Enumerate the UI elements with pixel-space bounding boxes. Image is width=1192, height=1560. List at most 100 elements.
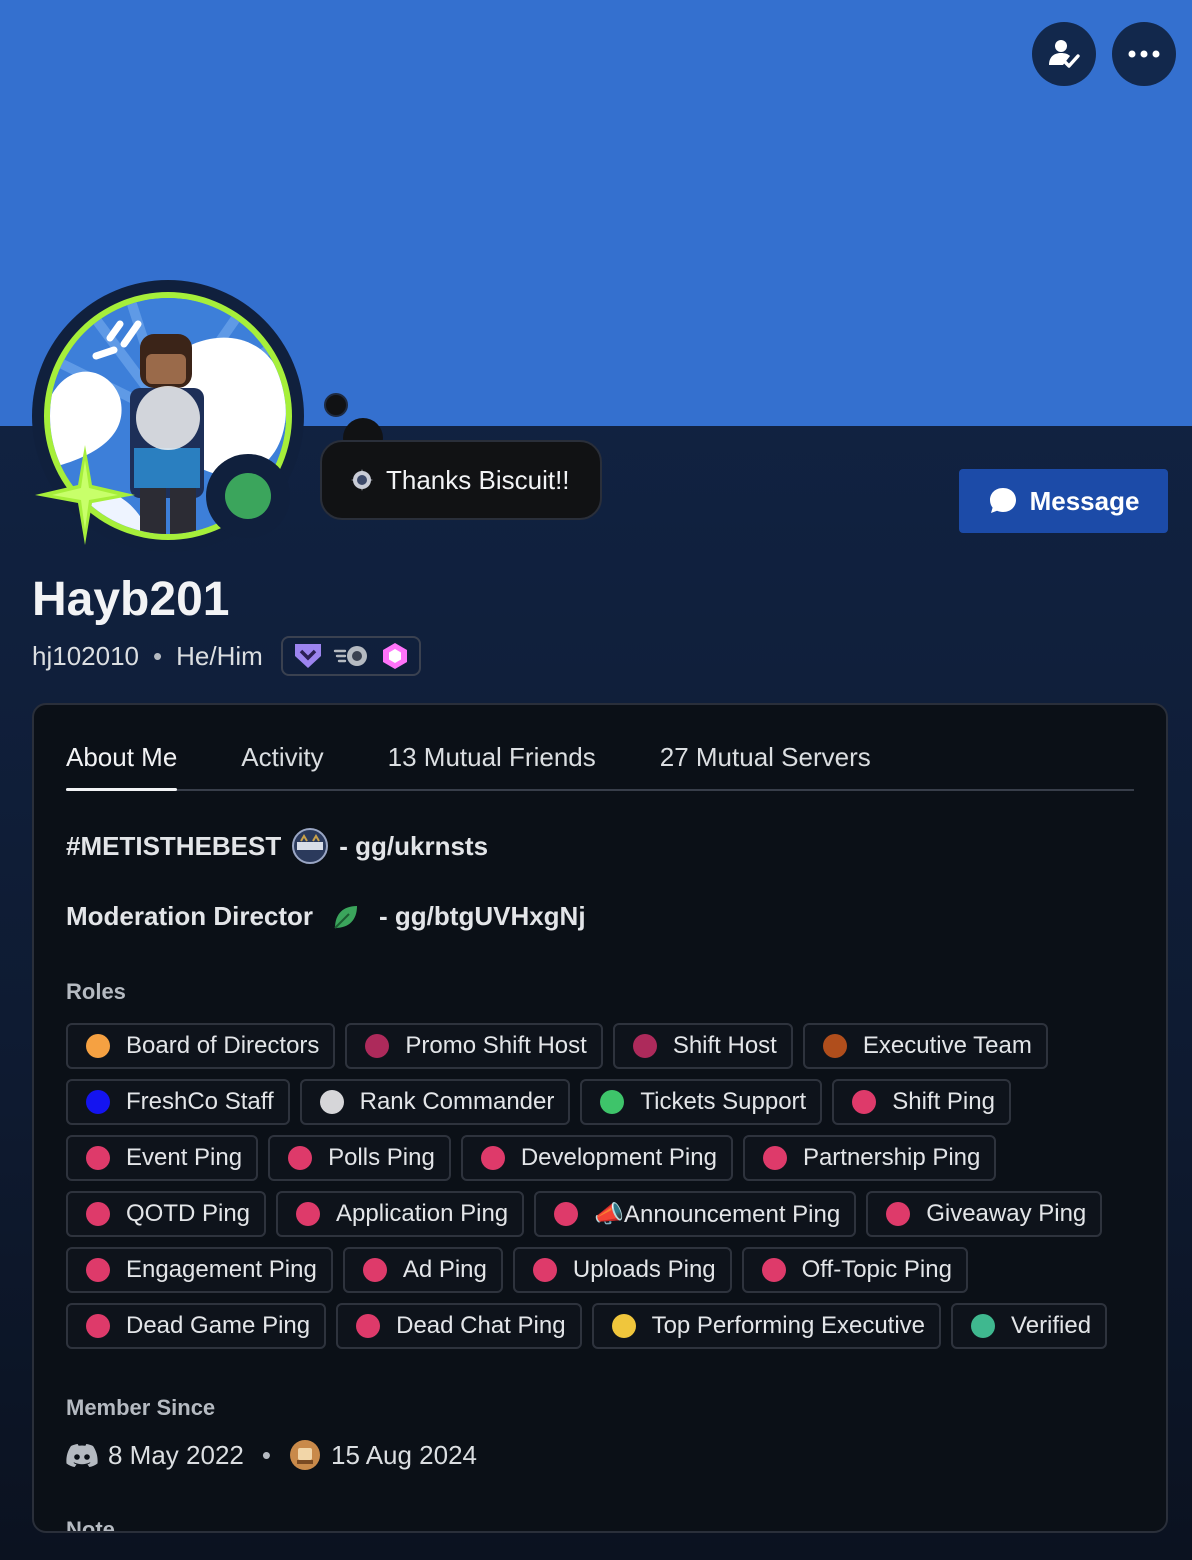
role-name: Verified bbox=[1011, 1312, 1092, 1339]
role-pill[interactable]: FreshCo Staff bbox=[66, 1079, 290, 1125]
server-join-date: 15 Aug 2024 bbox=[330, 1439, 478, 1470]
role-color-dot bbox=[762, 1146, 787, 1170]
role-pill[interactable]: Promo Shift Host bbox=[345, 1023, 603, 1069]
role-color-dot bbox=[319, 1090, 344, 1114]
badge-list bbox=[280, 636, 421, 676]
status-indicator bbox=[206, 454, 290, 538]
role-pill[interactable]: Polls Ping bbox=[268, 1135, 451, 1181]
role-name: Giveaway Ping bbox=[926, 1200, 1087, 1227]
role-name: QOTD Ping bbox=[126, 1200, 251, 1227]
role-name: Dead Game Ping bbox=[126, 1312, 311, 1339]
nitro-boost-icon[interactable] bbox=[381, 642, 409, 670]
role-row: FreshCo Staff Rank Commander Tickets Sup… bbox=[66, 1079, 1136, 1125]
custom-status-text: Thanks Biscuit!! bbox=[386, 464, 570, 495]
role-pill[interactable]: Verified bbox=[951, 1303, 1108, 1349]
role-pill[interactable]: Uploads Ping bbox=[512, 1247, 732, 1293]
hypesquad-icon[interactable] bbox=[293, 642, 323, 670]
role-row: Event Ping Polls Ping Development Ping P… bbox=[66, 1135, 1136, 1181]
role-pill[interactable]: 📣Announcement Ping bbox=[534, 1191, 857, 1237]
role-color-dot bbox=[600, 1090, 625, 1114]
role-name: Rank Commander bbox=[359, 1088, 555, 1115]
role-pill[interactable]: QOTD Ping bbox=[66, 1191, 267, 1237]
bio-invite-link-1[interactable]: - gg/ukrnsts bbox=[339, 831, 488, 862]
discord-join-date: 8 May 2022 bbox=[108, 1439, 244, 1470]
role-name: Shift Ping bbox=[892, 1088, 995, 1115]
role-pill[interactable]: Dead Game Ping bbox=[66, 1303, 327, 1349]
tab-mutual-servers[interactable]: 27 Mutual Servers bbox=[660, 739, 871, 789]
member-since-heading: Member Since bbox=[66, 1395, 216, 1420]
role-name: Off-Topic Ping bbox=[801, 1256, 952, 1283]
role-name: Development Ping bbox=[520, 1144, 717, 1171]
role-pill[interactable]: Top Performing Executive bbox=[591, 1303, 942, 1349]
role-color-dot bbox=[852, 1090, 877, 1114]
role-name: Engagement Ping bbox=[126, 1256, 317, 1283]
member-since-row: 8 May 2022 • 15 Aug 2024 bbox=[66, 1439, 477, 1471]
role-name: Executive Team bbox=[862, 1032, 1032, 1059]
server-emblem-icon bbox=[292, 828, 329, 864]
role-pill[interactable]: Development Ping bbox=[460, 1135, 733, 1181]
role-pill[interactable]: Partnership Ping bbox=[742, 1135, 997, 1181]
role-color-dot bbox=[362, 1258, 387, 1282]
role-pill[interactable]: Board of Directors bbox=[66, 1023, 336, 1069]
role-pill[interactable]: Shift Host bbox=[612, 1023, 793, 1069]
role-pill[interactable]: Rank Commander bbox=[299, 1079, 571, 1125]
role-color-dot bbox=[632, 1034, 657, 1058]
role-color-dot bbox=[761, 1258, 786, 1282]
custom-status-bubble: Thanks Biscuit!! bbox=[320, 440, 602, 520]
user-identity-line: hj102010 • He/Him bbox=[32, 636, 421, 676]
role-pill[interactable]: Executive Team bbox=[802, 1023, 1048, 1069]
role-pill[interactable]: Dead Chat Ping bbox=[336, 1303, 582, 1349]
bio-role-text: Moderation Director bbox=[66, 901, 314, 931]
role-pill[interactable]: Shift Ping bbox=[832, 1079, 1011, 1125]
role-pill[interactable]: Giveaway Ping bbox=[866, 1191, 1103, 1237]
badge-emoji-icon bbox=[351, 469, 373, 491]
discord-logo-icon bbox=[66, 1444, 98, 1467]
role-name: Promo Shift Host bbox=[405, 1032, 587, 1059]
role-color-dot bbox=[296, 1202, 321, 1226]
role-name: Top Performing Executive bbox=[651, 1312, 926, 1339]
role-name: Partnership Ping bbox=[802, 1144, 981, 1171]
separator-dot: • bbox=[261, 1439, 271, 1470]
pronouns: He/Him bbox=[176, 640, 263, 671]
message-button[interactable]: Message bbox=[959, 469, 1168, 533]
tab-activity[interactable]: Activity bbox=[241, 739, 323, 789]
role-color-dot bbox=[554, 1202, 579, 1226]
role-pill[interactable]: Event Ping bbox=[66, 1135, 259, 1181]
username[interactable]: hj102010 bbox=[32, 641, 139, 672]
role-color-dot bbox=[86, 1146, 110, 1170]
role-pill[interactable]: Engagement Ping bbox=[66, 1247, 333, 1293]
add-friend-button[interactable] bbox=[1032, 22, 1096, 86]
role-row: QOTD Ping Application Ping 📣Announcement… bbox=[66, 1191, 1136, 1237]
role-color-dot bbox=[886, 1202, 911, 1226]
profile-details-panel: About Me Activity 13 Mutual Friends 27 M… bbox=[32, 703, 1168, 1533]
role-color-dot bbox=[822, 1034, 847, 1058]
role-color-dot bbox=[86, 1034, 110, 1058]
speed-icon[interactable] bbox=[333, 642, 371, 670]
role-row: Board of Directors Promo Shift Host Shif… bbox=[66, 1023, 1136, 1069]
role-color-dot bbox=[86, 1090, 110, 1114]
online-status-dot bbox=[225, 473, 271, 519]
note-heading: Note bbox=[66, 1517, 115, 1533]
server-icon bbox=[289, 1440, 320, 1470]
role-pill[interactable]: Off-Topic Ping bbox=[741, 1247, 968, 1293]
role-color-dot bbox=[971, 1314, 996, 1338]
role-pill[interactable]: Ad Ping bbox=[342, 1247, 503, 1293]
role-color-dot bbox=[86, 1258, 110, 1282]
role-name: FreshCo Staff bbox=[126, 1088, 274, 1115]
role-name: 📣Announcement Ping bbox=[594, 1200, 841, 1228]
chat-bubble-icon bbox=[989, 488, 1016, 513]
profile-tabs: About Me Activity 13 Mutual Friends 27 M… bbox=[66, 739, 1134, 791]
tab-mutual-friends[interactable]: 13 Mutual Friends bbox=[388, 739, 596, 789]
bio-invite-link-2[interactable]: - gg/btgUVHxgNj bbox=[379, 901, 586, 932]
more-options-button[interactable] bbox=[1112, 22, 1176, 86]
role-pill[interactable]: Application Ping bbox=[276, 1191, 525, 1237]
role-color-dot bbox=[356, 1314, 381, 1338]
role-name: Ad Ping bbox=[402, 1256, 487, 1283]
status-bubble-tail-small bbox=[324, 393, 348, 417]
tab-about-me[interactable]: About Me bbox=[66, 739, 178, 791]
bio-line-2: Moderation Director - gg/btgUVHxgNj bbox=[66, 901, 586, 932]
role-color-dot bbox=[86, 1202, 110, 1226]
role-color-dot bbox=[480, 1146, 505, 1170]
role-color-dot bbox=[532, 1258, 557, 1282]
role-pill[interactable]: Tickets Support bbox=[580, 1079, 823, 1125]
